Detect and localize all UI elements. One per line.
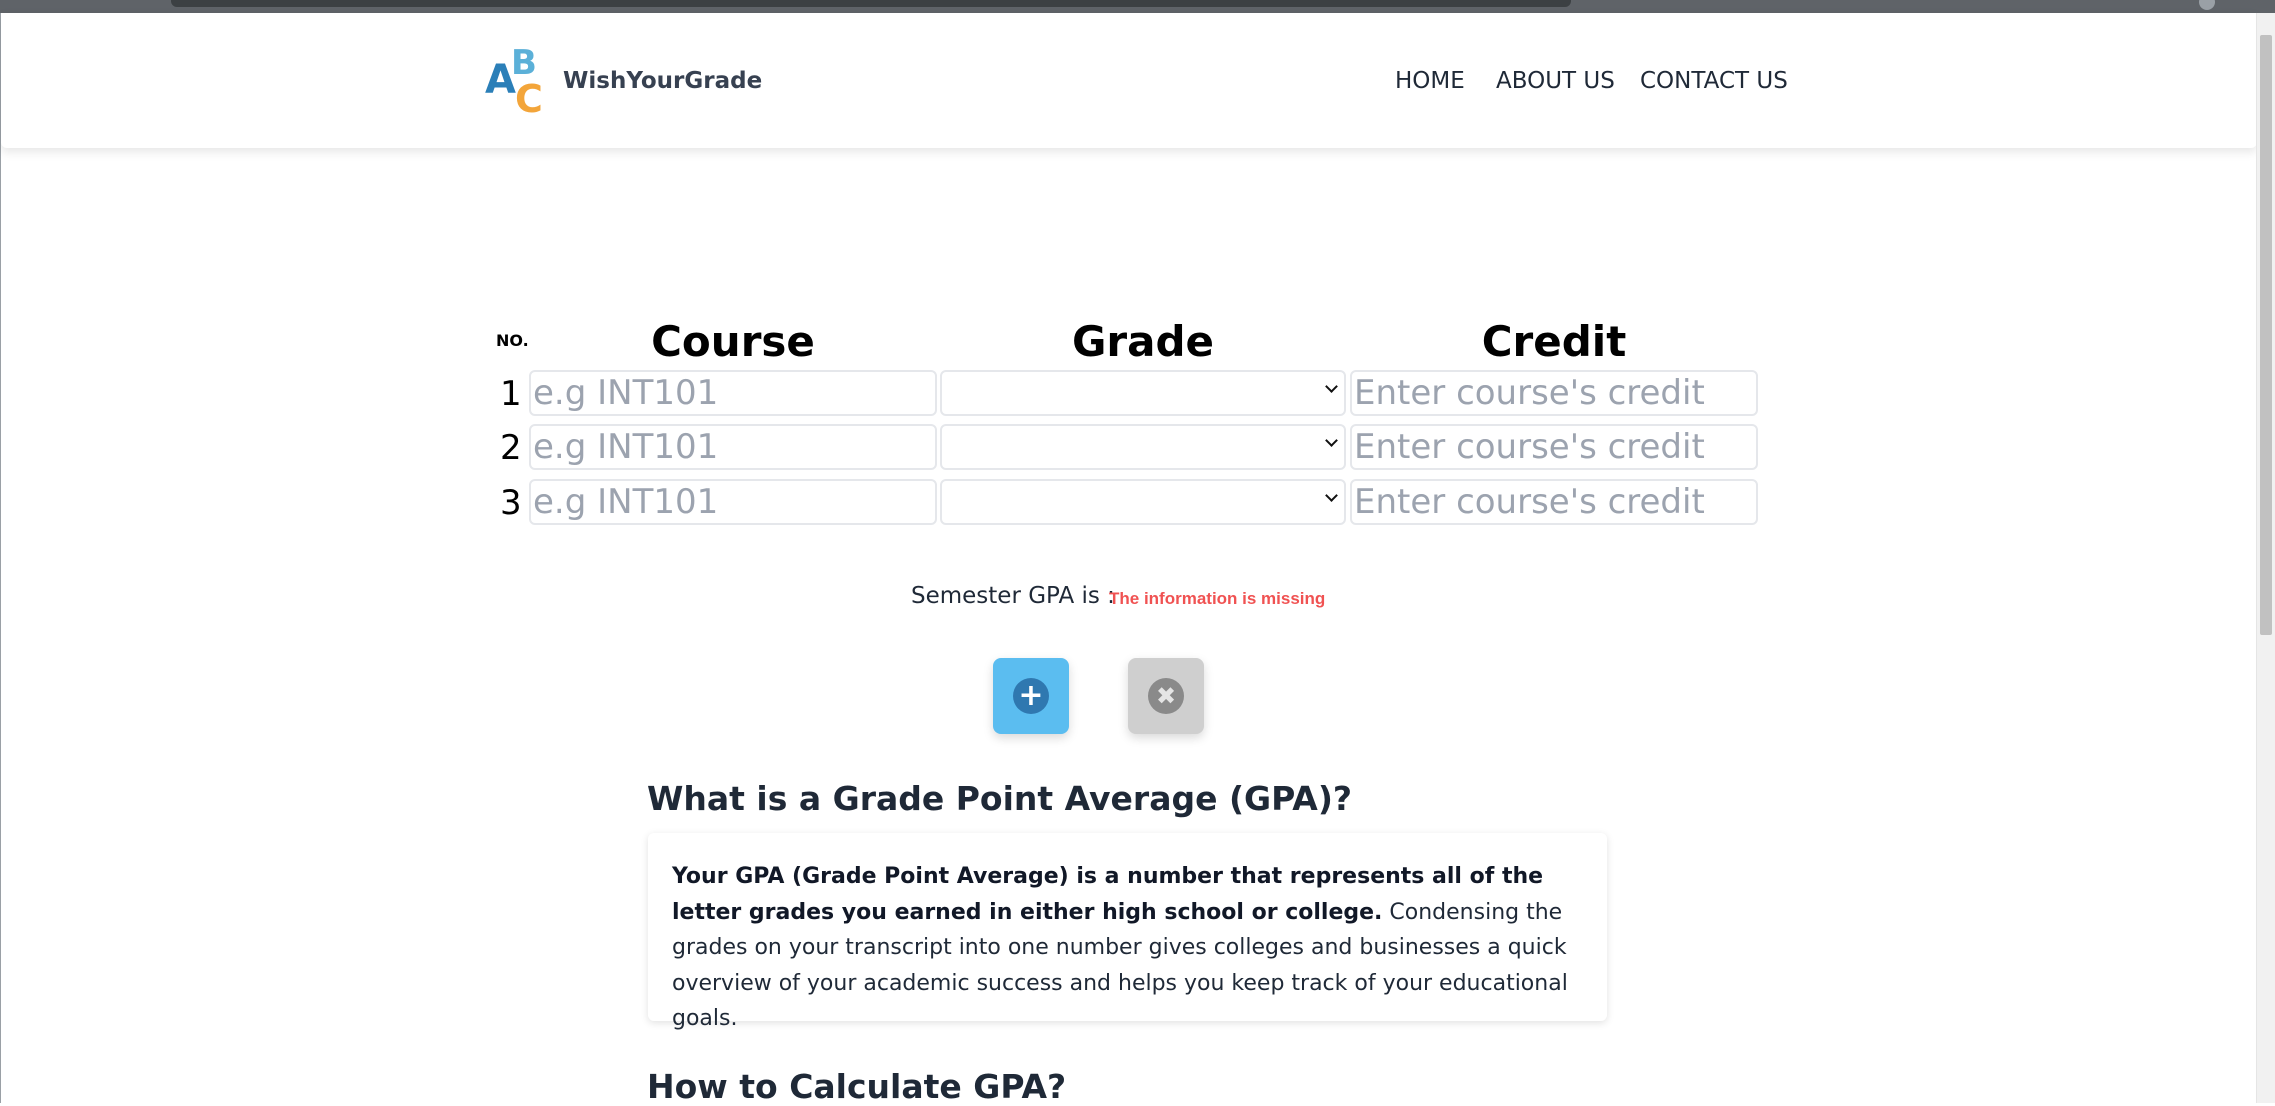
grade-select[interactable] bbox=[940, 424, 1346, 470]
course-input[interactable]: e.g INT101 bbox=[529, 370, 937, 416]
browser-top-strip bbox=[0, 0, 2275, 13]
row-number: 2 bbox=[500, 428, 522, 468]
gpa-status-message: The information is missing bbox=[1109, 589, 1326, 608]
logo-letter-b: B bbox=[511, 43, 537, 83]
section-title-how-to-calculate: How to Calculate GPA? bbox=[647, 1067, 1067, 1106]
nav-contact-link[interactable]: CONTACT US bbox=[1640, 68, 1788, 94]
chevron-down-icon bbox=[1325, 380, 1338, 393]
credit-input[interactable]: Enter course's credit bbox=[1350, 370, 1758, 416]
column-header-credit: Credit bbox=[1481, 317, 1627, 366]
chevron-down-icon bbox=[1325, 434, 1338, 447]
logo[interactable]: A B C bbox=[483, 43, 547, 121]
section-title-what-is-gpa: What is a Grade Point Average (GPA)? bbox=[647, 779, 1353, 818]
column-header-no: NO. bbox=[496, 331, 529, 350]
close-icon: ✖ bbox=[1148, 678, 1184, 714]
remove-row-button[interactable]: ✖ bbox=[1128, 658, 1204, 734]
scrollbar-thumb[interactable] bbox=[2260, 35, 2272, 635]
window-border bbox=[0, 13, 1, 1103]
add-row-button[interactable]: + bbox=[993, 658, 1069, 734]
column-header-course: Course bbox=[651, 317, 815, 366]
row-number: 1 bbox=[500, 374, 522, 414]
nav-home-link[interactable]: HOME bbox=[1395, 68, 1465, 94]
course-input[interactable]: e.g INT101 bbox=[529, 479, 937, 525]
credit-input[interactable]: Enter course's credit bbox=[1350, 424, 1758, 470]
logo-letter-c: C bbox=[515, 77, 543, 121]
row-number: 3 bbox=[500, 483, 522, 523]
browser-tab-bar bbox=[171, 0, 1571, 7]
gpa-info-card: Your GPA (Grade Point Average) is a numb… bbox=[648, 833, 1607, 1031]
site-header: A B C WishYourGrade HOME ABOUT US CONTAC… bbox=[1, 13, 2257, 148]
grade-select[interactable] bbox=[940, 370, 1346, 416]
vertical-scrollbar[interactable] bbox=[2256, 13, 2275, 1103]
browser-indicator bbox=[2199, 0, 2215, 10]
nav-about-link[interactable]: ABOUT US bbox=[1496, 68, 1615, 94]
course-input[interactable]: e.g INT101 bbox=[529, 424, 937, 470]
grade-select[interactable] bbox=[940, 479, 1346, 525]
plus-icon: + bbox=[1013, 678, 1049, 714]
semester-gpa-label: Semester GPA is : bbox=[911, 583, 1115, 609]
chevron-down-icon bbox=[1325, 489, 1338, 502]
credit-input[interactable]: Enter course's credit bbox=[1350, 479, 1758, 525]
brand-name[interactable]: WishYourGrade bbox=[563, 68, 762, 94]
column-header-grade: Grade bbox=[1071, 317, 1215, 366]
